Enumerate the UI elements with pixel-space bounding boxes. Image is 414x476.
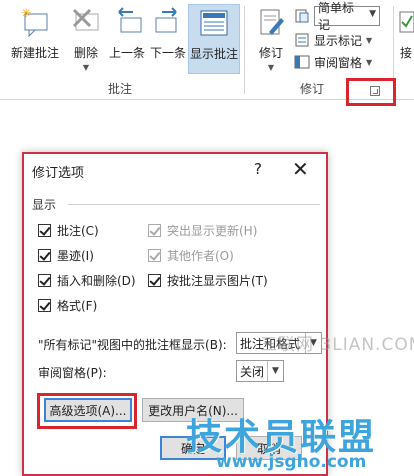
delete-comment-icon xyxy=(70,6,102,38)
section-divider xyxy=(68,204,320,205)
other-authors-checkbox: 其他作者(O) xyxy=(148,247,234,264)
tracking-group-label: 修订 xyxy=(300,82,325,96)
checkbox-box xyxy=(38,274,51,287)
checkbox-box xyxy=(148,249,161,262)
chevron-down-icon: ▼ xyxy=(267,63,275,72)
comments-checkbox[interactable]: 批注(C) xyxy=(38,222,99,239)
formatting-checkbox[interactable]: 格式(F) xyxy=(38,297,97,314)
chevron-down-icon: ▼ xyxy=(366,35,373,45)
svg-text:✳: ✳ xyxy=(21,6,31,20)
markup-row: 简单标记 ▼ xyxy=(294,1,380,32)
accept-button[interactable]: 接 xyxy=(398,4,414,74)
insertions-deletions-checkbox[interactable]: 插入和删除(D) xyxy=(38,272,136,289)
next-icon xyxy=(152,6,184,38)
dialog-title: 修订选项 xyxy=(32,166,85,181)
next-comment-button[interactable]: 下一条 xyxy=(148,4,188,74)
checkbox-box xyxy=(148,224,161,237)
checkbox-box xyxy=(38,249,51,262)
reviewing-pane-label: 审阅窗格(P): xyxy=(38,366,107,380)
show-comments-icon xyxy=(198,7,230,39)
comments-group-label: 批注 xyxy=(108,82,133,96)
reviewing-pane-icon xyxy=(294,54,310,70)
pictures-by-comments-checkbox[interactable]: 按批注显示图片(T) xyxy=(148,272,268,289)
new-comment-button[interactable]: ✳ 新建批注 xyxy=(8,4,62,74)
show-section-label: 显示 xyxy=(32,198,57,212)
help-icon[interactable]: ? xyxy=(254,160,262,178)
group-divider xyxy=(244,6,245,94)
previous-icon xyxy=(111,6,143,38)
checkbox-box xyxy=(148,274,161,287)
previous-comment-button[interactable]: 上一条 xyxy=(104,4,150,74)
chevron-down-icon: ▼ xyxy=(366,57,373,67)
chevron-down-icon: ▼ xyxy=(267,361,283,381)
reviewing-pane-select[interactable]: 关闭 ▼ xyxy=(236,360,284,382)
advanced-options-highlight xyxy=(37,393,137,429)
accept-icon xyxy=(398,6,414,38)
markup-icon xyxy=(294,8,310,24)
close-icon[interactable]: ✕ xyxy=(292,157,309,181)
track-changes-button[interactable]: 修订 ▼ xyxy=(252,4,290,74)
new-comment-icon: ✳ xyxy=(19,6,51,38)
reviewing-pane-button[interactable]: 审阅窗格 ▼ xyxy=(294,52,372,72)
checkbox-box xyxy=(38,299,51,312)
chevron-down-icon: ▼ xyxy=(82,63,90,72)
show-comments-button[interactable]: 显示批注 xyxy=(188,4,240,74)
highlight-updates-checkbox: 突出显示更新(H) xyxy=(148,222,257,239)
chevron-down-icon: ▼ xyxy=(369,9,376,19)
show-markup-icon xyxy=(294,32,310,48)
markup-combo[interactable]: 简单标记 ▼ xyxy=(314,1,380,32)
launcher-highlight xyxy=(346,78,396,106)
ink-checkbox[interactable]: 墨迹(I) xyxy=(38,247,94,264)
site-watermark: 三联网 3LIAN.COM xyxy=(260,335,414,355)
url-watermark: www.jsgho.com xyxy=(216,452,367,472)
track-changes-icon xyxy=(255,6,287,38)
show-markup-button[interactable]: 显示标记 ▼ xyxy=(294,30,372,50)
delete-comment-button[interactable]: 删除 ▼ xyxy=(64,4,108,74)
checkbox-box xyxy=(38,224,51,237)
balloon-label: "所有标记"视图中的批注框显示(B): xyxy=(38,338,227,352)
